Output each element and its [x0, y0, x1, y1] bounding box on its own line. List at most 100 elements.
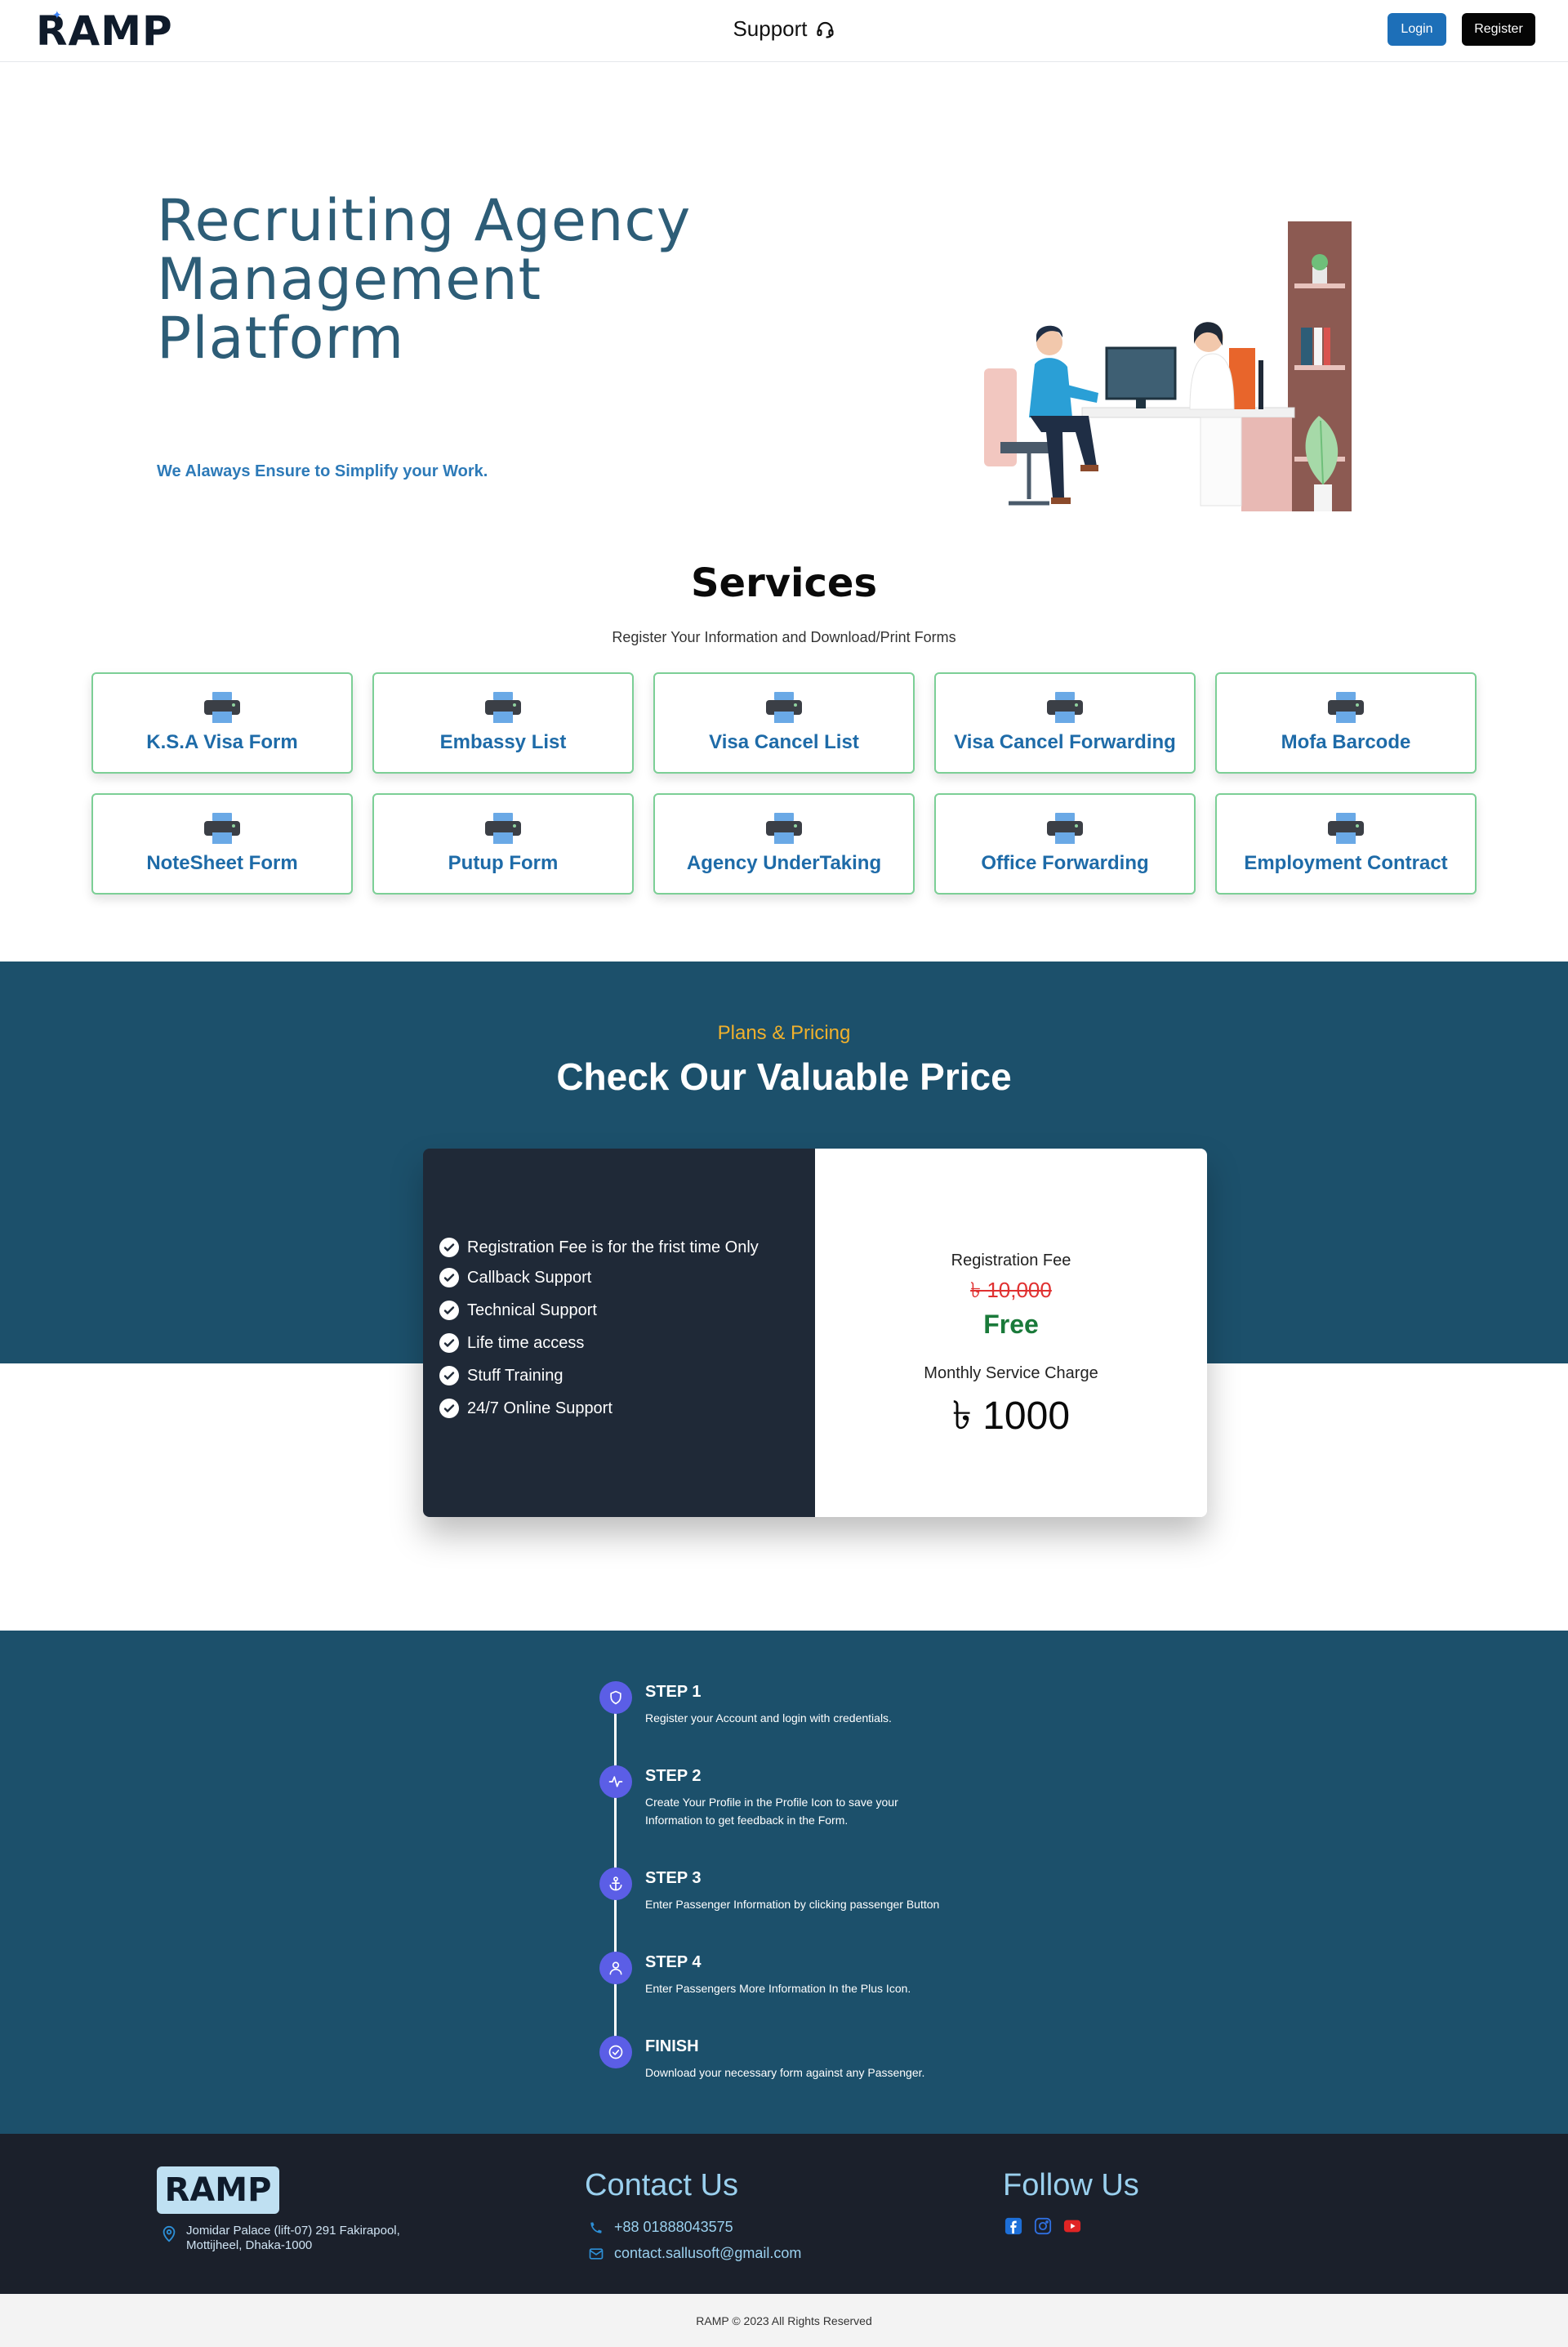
address-line: Mottijheel, Dhaka-1000 [186, 2238, 313, 2252]
footer: RAMP Jomidar Palace (lift-07) 291 Fakira… [0, 2134, 1568, 2294]
printer-icon [1328, 813, 1364, 844]
footer-address: Jomidar Palace (lift-07) 291 Fakirapool,… [160, 2224, 400, 2253]
service-card-label: K.S.A Visa Form [146, 731, 298, 753]
step-text: Create Your Profile in the Profile Icon … [645, 1796, 898, 1827]
copyright-bar: RAMP © 2023 All Rights Reserved [0, 2294, 1568, 2347]
logo-star-icon: ✦ [52, 8, 62, 21]
service-card[interactable]: Office Forwarding [934, 793, 1196, 895]
step-text: Enter Passenger Information by clicking … [645, 1898, 940, 1911]
contact-phone[interactable]: +88 01888043575 [588, 2219, 733, 2236]
office-illustration [984, 221, 1352, 511]
service-card-label: NoteSheet Form [146, 852, 298, 874]
feature-item: Registration Fee is for the frist time O… [439, 1234, 815, 1261]
service-card[interactable]: K.S.A Visa Form [91, 672, 353, 774]
printer-icon [766, 813, 802, 844]
address-line: Jomidar Palace (lift-07) 291 Fakirapool, [186, 2224, 400, 2238]
service-card-label: Agency UnderTaking [686, 852, 882, 874]
features-panel: Registration Fee is for the frist time O… [423, 1149, 815, 1517]
monthly-charge-label: Monthly Service Charge [924, 1364, 1098, 1382]
feature-text: Life time access [467, 1333, 585, 1352]
printer-icon [1047, 692, 1083, 723]
top-navbar: ✦ RAMP Support Login Register [0, 0, 1568, 62]
social-links [1004, 2217, 1081, 2235]
hero-section: Recruiting Agency Management Platform We… [0, 62, 1568, 511]
service-card-label: Visa Cancel Forwarding [954, 731, 1176, 753]
hero-title-line: Recruiting Agency [157, 187, 692, 254]
facebook-icon[interactable] [1004, 2217, 1022, 2235]
footer-logo-text: RAMP [164, 2171, 272, 2209]
activity-icon [599, 1765, 632, 1798]
check-icon [439, 1399, 459, 1418]
feature-item: 24/7 Online Support [439, 1392, 815, 1425]
check-icon [439, 1366, 459, 1385]
feature-text: 24/7 Online Support [467, 1399, 612, 1417]
service-card[interactable]: Visa Cancel List [653, 672, 915, 774]
printer-icon [485, 692, 521, 723]
plans-eyebrow: Plans & Pricing [717, 1022, 851, 1044]
feature-text: Registration Fee is for the frist time O… [467, 1238, 759, 1256]
service-card[interactable]: Employment Contract [1215, 793, 1477, 895]
check-icon [439, 1238, 459, 1257]
email-address: contact.sallusoft@gmail.com [614, 2245, 802, 2261]
registration-fee-old: ৳ 10,000 [970, 1278, 1052, 1302]
contact-email[interactable]: contact.sallusoft@gmail.com [588, 2245, 801, 2262]
service-card[interactable]: Agency UnderTaking [653, 793, 915, 895]
step-title: STEP 1 [645, 1683, 702, 1701]
hero-title: Recruiting Agency Management Platform [157, 191, 745, 368]
service-card[interactable]: Putup Form [372, 793, 634, 895]
service-card-label: Putup Form [448, 852, 559, 874]
copyright-text: RAMP © 2023 All Rights Reserved [696, 2314, 872, 2327]
hero-subtitle: We Alaways Ensure to Simplify your Work. [157, 462, 488, 480]
youtube-icon[interactable] [1063, 2217, 1081, 2235]
pricing-card: Registration Fee is for the frist time O… [423, 1149, 1207, 1517]
pricing-section: Plans & Pricing Check Our Valuable Price… [0, 962, 1568, 1631]
hero-title-line: Platform [157, 305, 405, 372]
service-card-label: Embassy List [439, 731, 567, 753]
registration-fee-label: Registration Fee [951, 1252, 1071, 1269]
feature-item: Stuff Training [439, 1359, 815, 1392]
price-panel: Registration Fee ৳ 10,000 Free Monthly S… [815, 1149, 1207, 1517]
printer-icon [1047, 813, 1083, 844]
service-card-label: Visa Cancel List [709, 731, 859, 753]
user-icon [599, 1952, 632, 1984]
services-grid: K.S.A Visa Form Embassy List Visa Cancel… [91, 672, 1568, 895]
service-card-label: Office Forwarding [981, 852, 1149, 874]
printer-icon [485, 813, 521, 844]
mail-icon [589, 2247, 604, 2260]
contact-title: Contact Us [585, 2168, 738, 2202]
instagram-icon[interactable] [1034, 2217, 1052, 2235]
ramp-logo[interactable]: ✦ RAMP [36, 7, 173, 56]
feature-item: Callback Support [439, 1261, 815, 1294]
feature-item: Life time access [439, 1327, 815, 1359]
register-button[interactable]: Register [1462, 13, 1535, 46]
feature-text: Technical Support [467, 1301, 597, 1319]
phone-icon [590, 2221, 602, 2233]
service-card-label: Mofa Barcode [1281, 731, 1411, 753]
pricing-title: Check Our Valuable Price [556, 1055, 1012, 1098]
anchor-icon [599, 1867, 632, 1900]
login-button[interactable]: Login [1388, 13, 1446, 46]
headset-icon [817, 21, 834, 38]
service-card[interactable]: NoteSheet Form [91, 793, 353, 895]
service-card[interactable]: Embassy List [372, 672, 634, 774]
follow-title: Follow Us [1003, 2168, 1139, 2202]
footer-logo[interactable]: RAMP [157, 2166, 279, 2214]
monthly-charge-value: ৳ 1000 [951, 1394, 1071, 1438]
check-icon [439, 1301, 459, 1320]
step-title: STEP 4 [645, 1953, 702, 1971]
check-icon [439, 1268, 459, 1287]
feature-item: Technical Support [439, 1294, 815, 1327]
printer-icon [204, 813, 240, 844]
step-text: Register your Account and login with cre… [645, 1711, 892, 1725]
services-subtitle: Register Your Information and Download/P… [612, 629, 956, 645]
service-card[interactable]: Mofa Barcode [1215, 672, 1477, 774]
step-title: STEP 2 [645, 1767, 702, 1785]
printer-icon [1328, 692, 1364, 723]
feature-text: Stuff Training [467, 1366, 564, 1385]
check-icon [439, 1333, 459, 1353]
support-label: Support [733, 16, 808, 41]
service-card[interactable]: Visa Cancel Forwarding [934, 672, 1196, 774]
support-link[interactable]: Support [733, 16, 835, 42]
step-title: FINISH [645, 2037, 699, 2055]
printer-icon [204, 692, 240, 723]
